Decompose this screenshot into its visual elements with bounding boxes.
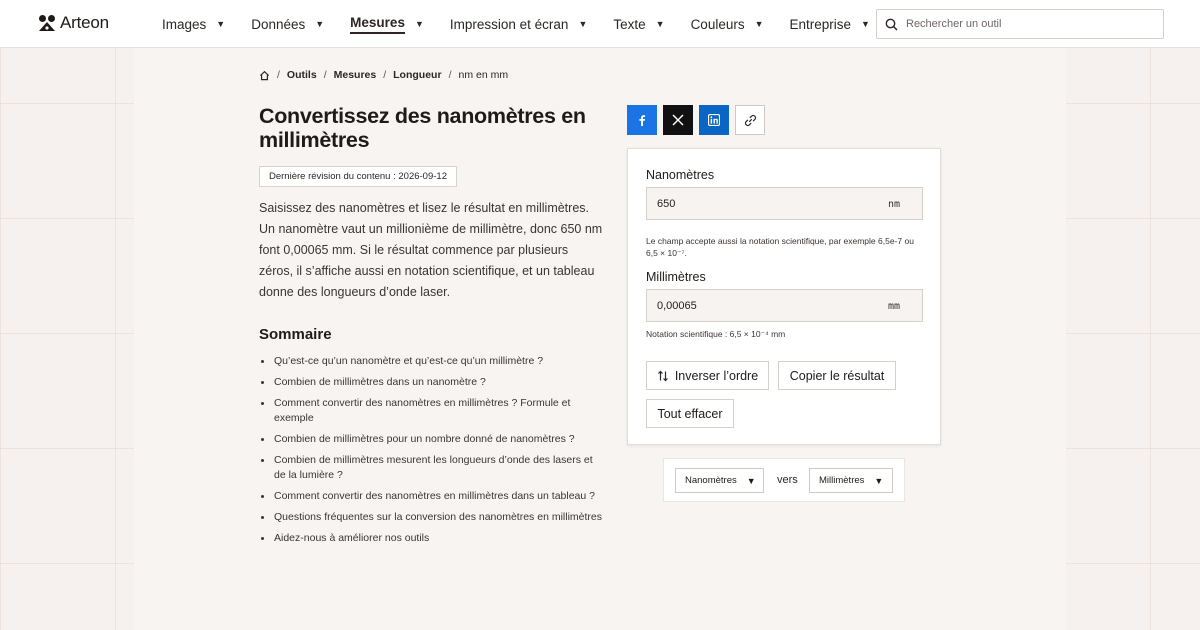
output-label: Millimètres bbox=[646, 270, 706, 284]
caret-down-icon: ▼ bbox=[315, 19, 325, 29]
nav-item-label: Impression et écran bbox=[449, 16, 569, 32]
summary-link[interactable]: Combien de millimètres pour un nombre do… bbox=[259, 432, 604, 447]
output-unit: mm bbox=[887, 301, 900, 312]
nanometers-input[interactable] bbox=[657, 197, 877, 210]
nav-item-texte[interactable]: Texte ▼ bbox=[613, 0, 664, 48]
link-icon bbox=[744, 114, 756, 126]
summary-link[interactable]: Combien de millimètres mesurent les long… bbox=[259, 453, 604, 483]
caret-down-icon: ▼ bbox=[746, 475, 756, 486]
caret-down-icon: ▼ bbox=[754, 19, 764, 29]
intro-paragraph: Saisissez des nanomètres et lisez le rés… bbox=[259, 201, 603, 299]
linkedin-icon bbox=[708, 114, 720, 126]
swap-order-button[interactable]: Inverser l’ordre bbox=[646, 361, 769, 390]
nanometers-field[interactable]: nm bbox=[646, 187, 923, 220]
summary-link[interactable]: Combien de millimètres dans un nanomètre… bbox=[259, 375, 604, 390]
breadcrumb-separator: / bbox=[323, 69, 327, 81]
summary-link[interactable]: Qu’est-ce qu’un nanomètre et qu’est-ce q… bbox=[259, 354, 604, 369]
converter-card: Nanomètres nm Le champ accepte aussi la … bbox=[627, 148, 941, 445]
search-box[interactable] bbox=[876, 9, 1164, 39]
summary-link[interactable]: Questions fréquentes sur la conversion d… bbox=[259, 510, 604, 525]
input-label: Nanomètres bbox=[646, 168, 715, 182]
page-title: Convertissez des nanomètres en millimètr… bbox=[259, 104, 586, 152]
millimeters-field[interactable]: mm bbox=[646, 289, 923, 322]
swap-order-label: Inverser l’ordre bbox=[674, 368, 759, 383]
brand-name: Arteon bbox=[60, 13, 109, 32]
caret-down-icon: ▼ bbox=[874, 475, 884, 486]
nav-item-label: Mesures bbox=[350, 15, 405, 34]
to-unit-value: Millimètres bbox=[819, 475, 865, 486]
from-unit-select[interactable]: Nanomètres ▼ bbox=[675, 468, 764, 493]
nav-item-couleurs[interactable]: Couleurs ▼ bbox=[691, 0, 764, 48]
to-unit-select[interactable]: Millimètres ▼ bbox=[809, 468, 893, 493]
breadcrumb-link-outils[interactable]: Outils bbox=[287, 69, 317, 81]
breadcrumb-separator: / bbox=[448, 69, 452, 81]
logo[interactable]: Arteon bbox=[38, 13, 109, 33]
share-x-button[interactable] bbox=[663, 105, 693, 135]
nav-item-label: Images bbox=[162, 16, 207, 32]
clear-all-button[interactable]: Tout effacer bbox=[646, 399, 734, 428]
nav-item-label: Texte bbox=[613, 16, 646, 32]
input-unit: nm bbox=[887, 199, 900, 210]
summary-link[interactable]: Comment convertir des nanomètres en mill… bbox=[259, 396, 604, 426]
top-header: Arteon Images ▼ Données ▼ Mesures ▼ Impr… bbox=[0, 0, 1200, 48]
x-icon bbox=[672, 114, 684, 126]
input-hint: Le champ accepte aussi la notation scien… bbox=[646, 236, 914, 258]
caret-down-icon: ▼ bbox=[655, 19, 665, 29]
breadcrumb-link-mesures[interactable]: Mesures bbox=[334, 69, 377, 81]
breadcrumb-link-longueur[interactable]: Longueur bbox=[393, 69, 441, 81]
copy-result-button[interactable]: Copier le résultat bbox=[778, 361, 896, 390]
nav-item-mesures[interactable]: Mesures ▼ bbox=[350, 0, 424, 48]
unit-selector: Nanomètres ▼ vers Millimètres ▼ bbox=[663, 458, 905, 502]
caret-down-icon: ▼ bbox=[578, 19, 588, 29]
summary-heading: Sommaire bbox=[259, 326, 332, 343]
output-hint: Notation scientifique : 6,5 × 10⁻⁴ mm bbox=[646, 329, 786, 339]
caret-down-icon: ▼ bbox=[861, 19, 870, 29]
nav-item-label: Couleurs bbox=[690, 16, 745, 32]
nav-item-label: Données bbox=[251, 16, 306, 32]
swap-icon bbox=[657, 370, 668, 381]
summary-link[interactable]: Comment convertir des nanomètres en mill… bbox=[259, 489, 604, 504]
summary-link[interactable]: Aidez-nous à améliorer nos outils bbox=[259, 531, 604, 546]
from-unit-value: Nanomètres bbox=[685, 475, 737, 486]
nav-item-donnees[interactable]: Données ▼ bbox=[251, 0, 324, 48]
nav-item-impression[interactable]: Impression et écran ▼ bbox=[450, 0, 587, 48]
caret-down-icon: ▼ bbox=[414, 19, 424, 29]
unit-connector: vers bbox=[777, 474, 798, 486]
search-input[interactable] bbox=[906, 18, 1146, 30]
copy-result-label: Copier le résultat bbox=[789, 368, 885, 383]
breadcrumb-separator: / bbox=[277, 69, 280, 81]
summary-list: Qu’est-ce qu’un nanomètre et qu’est-ce q… bbox=[259, 354, 604, 552]
home-icon[interactable] bbox=[259, 70, 270, 81]
share-bar bbox=[627, 105, 765, 135]
breadcrumb: / Outils / Mesures / Longueur / nm en mm bbox=[259, 69, 508, 81]
nav-item-label: Entreprise bbox=[789, 16, 852, 32]
copy-link-button[interactable] bbox=[735, 105, 765, 135]
main-nav: Images ▼ Données ▼ Mesures ▼ Impression … bbox=[162, 0, 896, 48]
share-facebook-button[interactable] bbox=[627, 105, 657, 135]
nav-item-images[interactable]: Images ▼ bbox=[162, 0, 225, 48]
search-icon bbox=[885, 18, 898, 31]
logo-icon bbox=[39, 15, 55, 31]
caret-down-icon: ▼ bbox=[216, 19, 226, 29]
millimeters-output[interactable] bbox=[657, 299, 877, 312]
clear-all-label: Tout effacer bbox=[657, 406, 723, 421]
revision-badge: Dernière révision du contenu : 2026-09-1… bbox=[259, 166, 457, 187]
breadcrumb-current: nm en mm bbox=[458, 69, 509, 81]
nav-item-entreprise[interactable]: Entreprise ▼ bbox=[790, 0, 870, 48]
facebook-icon bbox=[639, 115, 646, 126]
breadcrumb-separator: / bbox=[383, 69, 387, 81]
share-linkedin-button[interactable] bbox=[699, 105, 729, 135]
